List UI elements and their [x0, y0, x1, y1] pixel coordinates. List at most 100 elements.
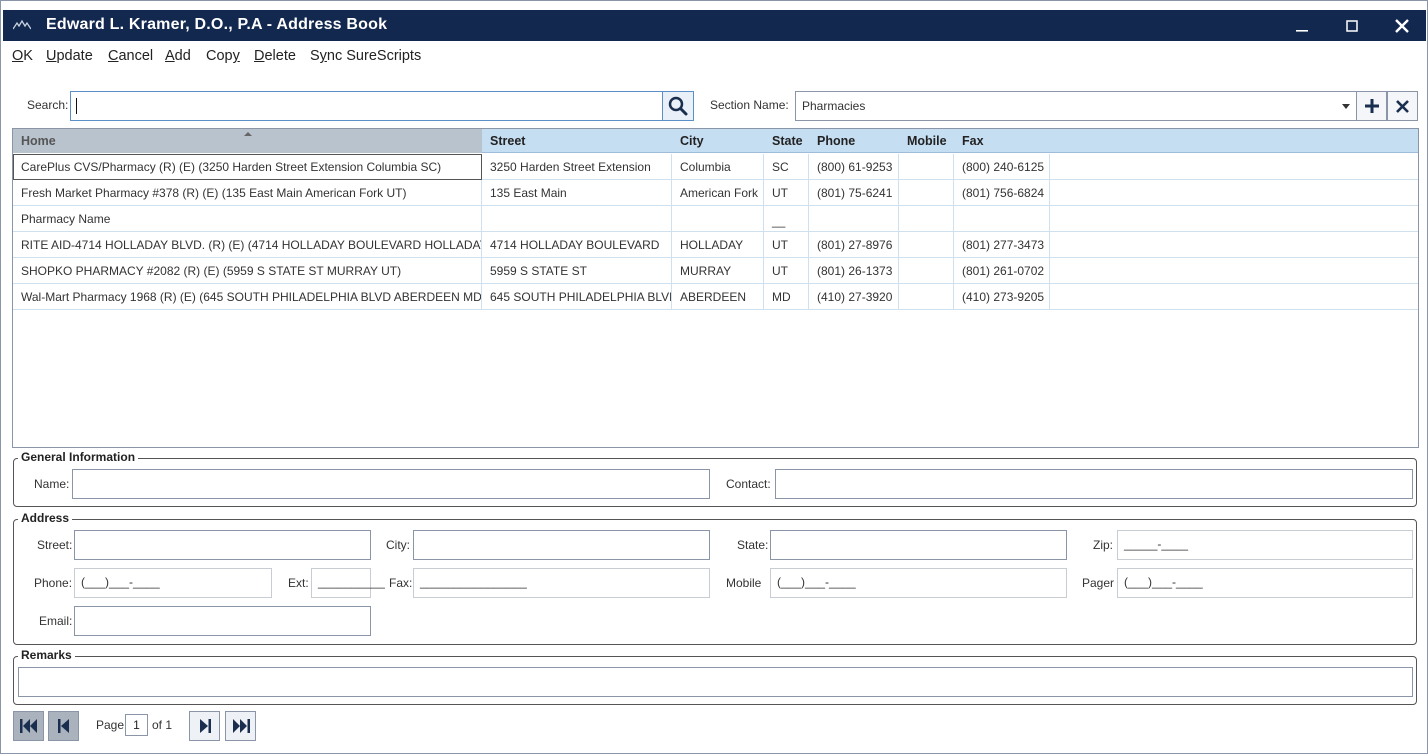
- column-header-phone[interactable]: Phone: [809, 129, 899, 153]
- last-page-button[interactable]: [225, 711, 256, 741]
- last-page-icon: [232, 719, 250, 733]
- phone-label: Phone:: [34, 576, 73, 590]
- cell-state: __: [764, 206, 809, 232]
- cell-city: HOLLADAY: [672, 232, 764, 258]
- cell-street: 645 SOUTH PHILADELPHIA BLVD: [482, 284, 672, 310]
- table-row[interactable]: Wal-Mart Pharmacy 1968 (R) (E) (645 SOUT…: [13, 284, 1418, 310]
- cell-city: ABERDEEN: [672, 284, 764, 310]
- sort-ascending-icon: [244, 132, 252, 136]
- close-button[interactable]: [1379, 10, 1425, 41]
- contact-field[interactable]: [775, 469, 1413, 499]
- cell-fax: (801) 261-0702: [954, 258, 1050, 284]
- cell-home: CarePlus CVS/Pharmacy (R) (E) (3250 Hard…: [13, 154, 482, 180]
- table-row[interactable]: Fresh Market Pharmacy #378 (R) (E) (135 …: [13, 180, 1418, 206]
- zip-field[interactable]: _____-____: [1117, 530, 1413, 560]
- menu-update[interactable]: Update: [46, 48, 93, 64]
- cell-mobile: [899, 154, 954, 180]
- add-section-button[interactable]: [1356, 91, 1387, 121]
- menu-delete[interactable]: Delete: [254, 48, 296, 64]
- menu-cancel[interactable]: Cancel: [108, 48, 153, 64]
- app-logo-icon: [13, 19, 31, 30]
- first-page-button[interactable]: [13, 711, 44, 741]
- cell-fax: (410) 273-9205: [954, 284, 1050, 310]
- cell-street: 5959 S STATE ST: [482, 258, 672, 284]
- city-field[interactable]: [413, 530, 710, 560]
- title-bar[interactable]: Edward L. Kramer, D.O., P.A - Address Bo…: [3, 10, 1426, 41]
- general-information-legend: General Information: [18, 450, 139, 464]
- pager-field[interactable]: (___)___-____: [1117, 568, 1413, 598]
- column-header-state[interactable]: State: [764, 129, 809, 153]
- column-header-home[interactable]: Home: [13, 129, 482, 153]
- table-row[interactable]: SHOPKO PHARMACY #2082 (R) (E) (5959 S ST…: [13, 258, 1418, 284]
- search-button[interactable]: [662, 91, 694, 121]
- menu-add[interactable]: Add: [165, 48, 191, 64]
- cell-street: 3250 Harden Street Extension: [482, 154, 672, 180]
- search-label: Search:: [27, 98, 69, 112]
- email-field[interactable]: [74, 606, 371, 636]
- maximize-icon: [1346, 19, 1358, 32]
- first-page-icon: [19, 719, 37, 733]
- address-grid[interactable]: Home Street City State Phone Mobile Fax …: [12, 128, 1419, 448]
- fax-label: Fax:: [389, 576, 413, 590]
- previous-page-icon: [57, 719, 69, 733]
- section-name-label: Section Name:: [710, 98, 789, 112]
- remarks-field[interactable]: [18, 667, 1413, 697]
- cell-city: MURRAY: [672, 258, 764, 284]
- menu-sync-surescripts[interactable]: Sync SureScripts: [310, 48, 421, 64]
- table-row[interactable]: CarePlus CVS/Pharmacy (R) (E) (3250 Hard…: [13, 154, 1418, 180]
- window-title: Edward L. Kramer, D.O., P.A - Address Bo…: [46, 16, 388, 33]
- close-icon: [1396, 99, 1409, 113]
- plus-icon: [1364, 99, 1379, 113]
- ext-label: Ext:: [288, 576, 309, 590]
- cell-mobile: [899, 232, 954, 258]
- cell-phone: (801) 75-6241: [809, 180, 899, 206]
- table-row[interactable]: RITE AID-4714 HOLLADAY BLVD. (R) (E) (47…: [13, 232, 1418, 258]
- state-field[interactable]: [770, 530, 1067, 560]
- name-field[interactable]: [72, 469, 710, 499]
- cell-city: Columbia: [672, 154, 764, 180]
- mobile-mask: (___)___-____: [777, 575, 856, 589]
- street-field[interactable]: [74, 530, 371, 560]
- menu-copy[interactable]: Copy: [206, 48, 240, 64]
- table-row[interactable]: Pharmacy Name __: [13, 206, 1418, 232]
- cell-state: MD: [764, 284, 809, 310]
- remarks-legend: Remarks: [18, 648, 75, 662]
- remove-section-button[interactable]: [1387, 91, 1418, 121]
- search-input[interactable]: [70, 91, 663, 121]
- column-header-fax[interactable]: Fax: [954, 129, 1050, 153]
- column-header-city[interactable]: City: [672, 129, 764, 153]
- cell-phone: (800) 61-9253: [809, 154, 899, 180]
- maximize-button[interactable]: [1329, 10, 1375, 41]
- cell-home: Pharmacy Name: [13, 206, 482, 232]
- section-name-select[interactable]: Pharmacies: [795, 91, 1357, 121]
- cell-home: Fresh Market Pharmacy #378 (R) (E) (135 …: [13, 180, 482, 206]
- minimize-button[interactable]: [1279, 10, 1325, 41]
- chevron-down-icon: [1342, 104, 1350, 109]
- cell-state: UT: [764, 232, 809, 258]
- text-caret: [76, 98, 77, 114]
- cell-fax: (801) 756-6824: [954, 180, 1050, 206]
- cell-state: SC: [764, 154, 809, 180]
- cell-street: [482, 206, 672, 232]
- page-number-input[interactable]: 1: [125, 714, 148, 736]
- next-page-icon: [199, 719, 211, 733]
- cell-street: 4714 HOLLADAY BOULEVARD: [482, 232, 672, 258]
- column-header-mobile[interactable]: Mobile: [899, 129, 954, 153]
- cell-phone: [809, 206, 899, 232]
- contact-label: Contact:: [726, 477, 771, 491]
- phone-mask: (___)___-____: [81, 575, 160, 589]
- email-label: Email:: [39, 614, 73, 628]
- phone-field[interactable]: (___)___-____: [74, 568, 272, 598]
- next-page-button[interactable]: [189, 711, 220, 741]
- menu-ok[interactable]: OK: [12, 48, 33, 64]
- column-header-street[interactable]: Street: [482, 129, 672, 153]
- previous-page-button[interactable]: [48, 711, 79, 741]
- search-icon: [668, 96, 688, 116]
- cell-phone: (410) 27-3920: [809, 284, 899, 310]
- fax-field[interactable]: ________________: [413, 568, 710, 598]
- minimize-icon: [1296, 29, 1308, 32]
- ext-field[interactable]: __________: [311, 568, 385, 598]
- close-icon: [1395, 18, 1409, 33]
- mobile-field[interactable]: (___)___-____: [770, 568, 1067, 598]
- cell-home: RITE AID-4714 HOLLADAY BLVD. (R) (E) (47…: [13, 232, 482, 258]
